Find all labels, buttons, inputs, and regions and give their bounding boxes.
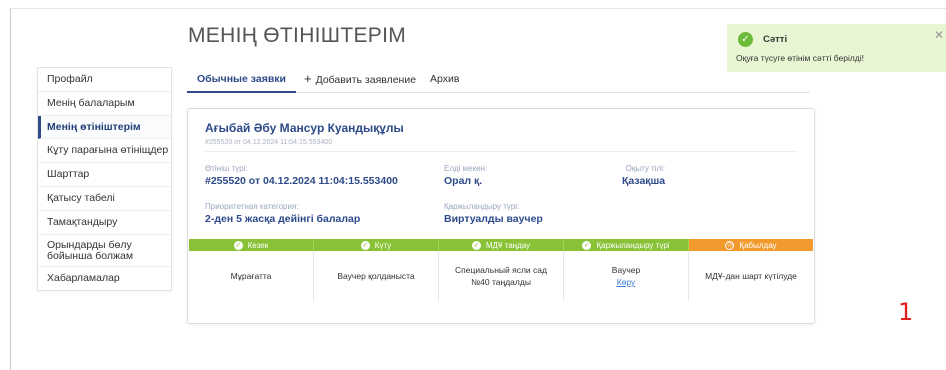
- field-label: Приоритетная категория:: [205, 202, 299, 211]
- status-step-queue: ✓ Кезек: [189, 239, 314, 251]
- field-priority-category: Приоритетная категория: 2-ден 5 жасқа де…: [205, 202, 360, 225]
- field-label: Елді мекен:: [444, 164, 488, 173]
- check-circle-icon: ✓: [738, 32, 753, 47]
- plus-icon: +: [304, 71, 312, 86]
- status-detail-text: Мұрағатта: [230, 271, 272, 281]
- status-detail-admission: МДҰ-дан шарт күтілуде: [689, 251, 813, 301]
- check-circle-icon: ✓: [582, 240, 592, 250]
- status-step-kindergarten-selection: ✓ МДҰ таңдау: [439, 239, 564, 251]
- sidebar-item-placement-forecast[interactable]: Орындарды бөлу бойынша болжам: [38, 235, 171, 267]
- check-circle-icon: ✓: [233, 240, 243, 250]
- status-step-label: Қабылдау: [739, 240, 777, 250]
- status-step-label: Кезек: [247, 240, 269, 250]
- tabs: Обычные заявки + Добавить заявление Архив: [187, 67, 810, 93]
- success-toast: ✓ Сәтті Оқуға түсуге өтінім сәтті берілд…: [727, 24, 946, 72]
- status-step-label: Күту: [374, 240, 392, 250]
- field-language: Оқыту тілі: Қазақша: [622, 164, 665, 187]
- check-circle-icon: ✓: [471, 240, 481, 250]
- sidebar-item-attendance[interactable]: Қатысу табелі: [38, 187, 171, 211]
- view-voucher-link[interactable]: Көру: [617, 276, 636, 288]
- page-title: МЕНІҢ ӨТІНІШТЕРІМ: [188, 24, 407, 47]
- sidebar-item-waitlist-applications[interactable]: Кұту парағына өтініщдер: [38, 139, 171, 164]
- status-detail-waiting: Ваучер қолданыста: [314, 251, 439, 301]
- sidebar-item-my-applications[interactable]: Менің өтініштерім: [38, 115, 171, 140]
- field-value: 2-ден 5 жасқа дейінгі балалар: [205, 213, 361, 225]
- status-detail-text: Специальный ясли сад №40 таңдалды: [455, 265, 547, 287]
- field-value: Орал қ.: [444, 175, 483, 187]
- field-value: Қазақша: [622, 175, 666, 187]
- status-progress-bar: ✓ Кезек ✓ Күту ✓ МДҰ таңдау ✓ Қаржыланды…: [189, 239, 813, 251]
- application-card: Ағыбай Әбу Мансур Куандықұлы #255520 от …: [187, 108, 815, 324]
- status-detail-funding: Ваучер Көру: [564, 251, 689, 301]
- sidebar-item-contracts[interactable]: Шарттар: [38, 163, 171, 187]
- close-icon[interactable]: ✕: [934, 28, 944, 42]
- field-application-type: Өтініш түрі: #255520 от 04.12.2024 11:04…: [205, 164, 398, 187]
- status-step-admission: ◷ Қабылдау: [689, 239, 813, 251]
- field-value: #255520 от 04.12.2024 11:04:15.553400: [205, 175, 398, 187]
- tab-add-application[interactable]: + Добавить заявление: [304, 67, 416, 93]
- status-detail-kindergarten: Специальный ясли сад №40 таңдалды: [439, 251, 564, 301]
- card-divider: [205, 151, 797, 152]
- status-detail-text: Ваучер: [611, 265, 641, 275]
- toast-message: Оқуға түсуге өтінім сәтті берілді!: [736, 53, 865, 63]
- status-detail-text: Ваучер қолданыста: [337, 271, 415, 281]
- status-step-waiting: ✓ Күту: [314, 239, 439, 251]
- status-detail-queue: Мұрағатта: [189, 251, 314, 301]
- page-number: 1: [898, 298, 914, 326]
- applicant-name: Ағыбай Әбу Мансур Куандықұлы: [205, 121, 404, 135]
- status-details: Мұрағатта Ваучер қолданыста Специальный …: [189, 251, 813, 301]
- sidebar-item-profile[interactable]: Профайл: [38, 68, 171, 92]
- status-step-label: МДҰ таңдау: [485, 240, 531, 250]
- sidebar-item-notifications[interactable]: Хабарламалар: [38, 267, 171, 291]
- check-circle-icon: ✓: [360, 240, 370, 250]
- field-value: Виртуалды ваучер: [444, 213, 543, 225]
- sidebar-item-meals[interactable]: Тамақтандыру: [38, 211, 171, 235]
- clock-icon: ◷: [725, 240, 735, 250]
- sidebar-item-my-children[interactable]: Менің балаларым: [38, 92, 171, 116]
- tab-archive[interactable]: Архив: [430, 67, 459, 93]
- field-label: Өтініш түрі:: [205, 164, 248, 173]
- tab-add-application-label: Добавить заявление: [315, 74, 417, 86]
- status-step-label: Қаржыландыру түрі: [596, 240, 670, 250]
- field-label: Оқыту тілі:: [625, 164, 666, 173]
- tab-regular-applications[interactable]: Обычные заявки: [187, 67, 296, 93]
- sidebar: Профайл Менің балаларым Менің өтініштері…: [37, 67, 172, 292]
- status-step-funding-type: ✓ Қаржыландыру түрі: [564, 239, 689, 251]
- toast-title: Сәтті: [763, 34, 788, 45]
- status-detail-text: МДҰ-дан шарт күтілуде: [705, 271, 797, 281]
- field-locality: Елді мекен: Орал қ.: [444, 164, 487, 187]
- application-subtitle: #255520 от 04.12.2024 11:04:15.553400: [205, 139, 333, 146]
- field-funding-type: Қаржыландыру түрі: Виртуалды ваучер: [444, 202, 543, 225]
- field-label: Қаржыландыру түрі:: [444, 202, 520, 211]
